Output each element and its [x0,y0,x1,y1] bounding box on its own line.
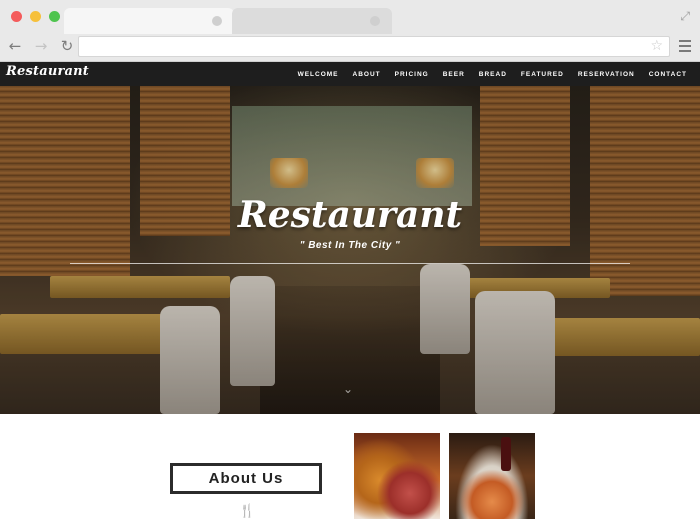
hero-divider [70,263,630,264]
back-arrow-icon[interactable]: ← [8,38,22,54]
wine-bottle-shape [501,437,511,471]
scroll-down-icon[interactable]: ⌄ [343,382,353,396]
maximize-window-button[interactable] [49,11,60,22]
address-bar[interactable]: ☆ [78,36,670,57]
about-us-heading: About Us [170,463,322,494]
hero-subtitle: " Best In The City " [299,240,401,251]
browser-menu-icon[interactable] [679,40,691,55]
menu-item-pricing[interactable]: PRICING [388,71,436,78]
bookmark-star-icon[interactable]: ☆ [650,38,663,54]
cutlery-icon: 🍴 [239,504,256,519]
menu-item-welcome[interactable]: WELCOME [291,71,346,78]
site-logo[interactable]: Restaurant [6,64,89,79]
browser-chrome: ⤢ ← → ↻ ☆ [0,0,700,62]
menu-item-about[interactable]: ABOUT [346,71,388,78]
browser-tab-inactive[interactable] [232,8,392,34]
food-photo-fries-steak [354,433,440,519]
menu-item-contact[interactable]: CONTACT [642,71,694,78]
menu-item-featured[interactable]: FEATURED [514,71,571,78]
reload-icon[interactable]: ↻ [60,38,74,54]
food-photo-plated-dish [449,433,535,519]
hero-title: Restaurant [237,194,463,236]
tab-close-icon[interactable] [212,16,222,26]
tab-close-icon[interactable] [370,16,380,26]
resize-icon[interactable]: ⤢ [680,9,690,24]
menu-item-bread[interactable]: BREAD [472,71,514,78]
menu-item-beer[interactable]: BEER [436,71,472,78]
close-window-button[interactable] [11,11,22,22]
browser-tab-active[interactable] [64,8,234,34]
forward-arrow-icon[interactable]: → [34,38,48,54]
browser-nav-buttons: ← → ↻ [8,38,74,54]
minimize-window-button[interactable] [30,11,41,22]
site-navbar: Restaurant WELCOME ABOUT PRICING BEER BR… [0,62,700,86]
menu-item-reservation[interactable]: RESERVATION [571,71,642,78]
main-menu: WELCOME ABOUT PRICING BEER BREAD FEATURE… [291,62,694,86]
hero-section: Restaurant " Best In The City " ⌄ [0,86,700,414]
window-controls [11,11,60,22]
